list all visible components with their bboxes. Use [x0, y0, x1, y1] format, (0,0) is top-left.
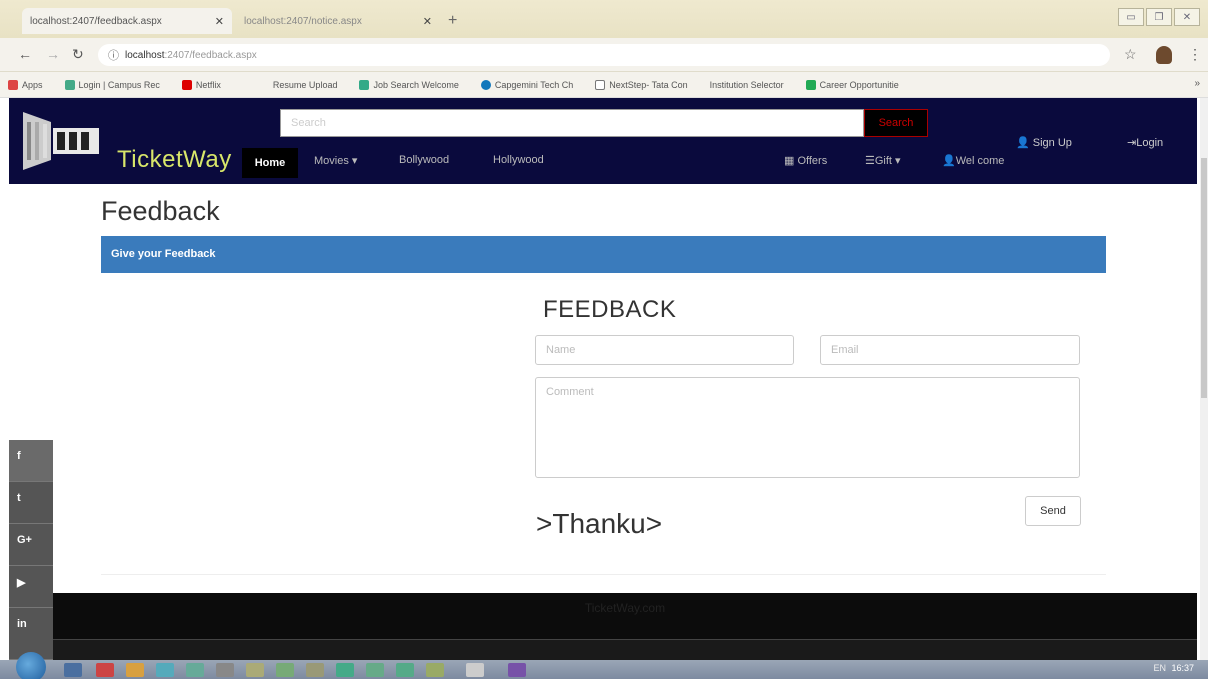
site-footer: TicketWay.com	[53, 593, 1197, 639]
bulb-icon	[359, 79, 370, 90]
scrollbar-thumb[interactable]	[1201, 158, 1207, 398]
brand-logo[interactable]: TicketWay	[117, 146, 232, 174]
close-tab-icon[interactable]: ✕	[423, 15, 432, 28]
visual-studio-icon[interactable]	[508, 663, 526, 677]
footer-bottom	[53, 639, 1197, 660]
nav-hollywood[interactable]: Hollywood	[493, 154, 544, 166]
profile-avatar[interactable]	[1156, 46, 1172, 64]
apps-grid-icon	[8, 79, 18, 90]
explorer-icon[interactable]	[64, 663, 82, 677]
page-icon	[595, 79, 606, 90]
career-icon	[805, 79, 816, 90]
app-icon[interactable]	[336, 663, 354, 677]
nav-offers[interactable]: ▦ Offers	[784, 154, 827, 167]
restore-icon[interactable]: ❐	[1146, 8, 1172, 26]
bookmark-job-search[interactable]: Job Search Welcome	[359, 79, 459, 90]
twitter-icon[interactable]: t	[9, 482, 53, 524]
nav-welcome[interactable]: 👤Wel come	[942, 154, 1004, 167]
app-icon[interactable]	[216, 663, 234, 677]
app-icon[interactable]	[366, 663, 384, 677]
panel-heading: Give your Feedback	[101, 236, 1106, 273]
address-bar: ← → ↻ ⓘ localhost :2407/feedback.aspx ☆ …	[0, 38, 1208, 72]
tab-notice[interactable]: localhost:2407/notice.aspx ✕	[236, 8, 440, 34]
bookmark-login-campus[interactable]: Login | Campus Rec	[64, 79, 160, 90]
tab-title: localhost:2407/feedback.aspx	[30, 15, 162, 27]
bookmark-capgemini[interactable]: Capgemini Tech Ch	[480, 79, 573, 90]
office-icon[interactable]	[96, 663, 114, 677]
nav-login[interactable]: ⇥Login	[1127, 136, 1163, 149]
scrollbar[interactable]	[1200, 98, 1208, 660]
search-button[interactable]: Search	[864, 109, 928, 137]
email-field[interactable]: Email	[820, 335, 1080, 365]
arrow-icon	[64, 79, 75, 90]
app-icon[interactable]	[306, 663, 324, 677]
facebook-icon[interactable]: f	[9, 440, 53, 482]
app-icon[interactable]	[186, 663, 204, 677]
tab-title: localhost:2407/notice.aspx	[244, 15, 362, 27]
window-controls: ▭ ❐ ✕	[1118, 8, 1200, 26]
app-icon[interactable]	[426, 663, 444, 677]
close-window-icon[interactable]: ✕	[1174, 8, 1200, 26]
new-tab-icon[interactable]: +	[448, 12, 457, 30]
capgemini-icon	[480, 79, 491, 90]
back-icon[interactable]: ←	[18, 46, 32, 62]
nav-movies[interactable]: Movies ▾	[314, 154, 357, 167]
bookmark-career[interactable]: Career Opportunitie	[805, 79, 899, 90]
bookmarks-bar: Apps Login | Campus Rec Netflix Resume U…	[0, 72, 1208, 98]
bookmark-nextstep[interactable]: NextStep- Tata Con	[595, 79, 688, 90]
bookmark-resume[interactable]: Resume Upload	[273, 80, 338, 90]
language-indicator[interactable]: EN	[1153, 663, 1166, 673]
bookmark-institution[interactable]: Institution Selector	[710, 80, 784, 90]
forward-icon[interactable]: →	[46, 46, 60, 62]
url-input[interactable]: ⓘ localhost :2407/feedback.aspx	[98, 44, 1110, 66]
thanks-message: >Thanku>	[536, 508, 663, 539]
clock[interactable]: 16:37	[1171, 663, 1194, 673]
url-path: :2407/feedback.aspx	[164, 49, 257, 61]
app-icon[interactable]	[396, 663, 414, 677]
paint-icon[interactable]	[126, 663, 144, 677]
minimize-icon[interactable]: ▭	[1118, 8, 1144, 26]
page-viewport: TicketWay Search Search Home Movies ▾ Bo…	[0, 98, 1200, 660]
netflix-icon	[181, 79, 192, 90]
browser-tabstrip: localhost:2407/feedback.aspx ✕ localhost…	[0, 0, 1208, 38]
nav-home[interactable]: Home	[242, 148, 298, 178]
send-button[interactable]: Send	[1025, 496, 1081, 526]
name-field[interactable]: Name	[535, 335, 794, 365]
calculator-icon[interactable]	[156, 663, 174, 677]
menu-kebab-icon[interactable]: ⋮	[1188, 46, 1202, 63]
tab-feedback[interactable]: localhost:2407/feedback.aspx ✕	[22, 8, 232, 34]
chrome-icon[interactable]	[466, 663, 484, 677]
search-input[interactable]: Search	[280, 109, 864, 137]
close-tab-icon[interactable]: ✕	[215, 15, 224, 28]
bookmark-netflix[interactable]: Netflix	[181, 79, 221, 90]
login-icon: ⇥	[1127, 137, 1137, 149]
nav-signup[interactable]: 👤 Sign Up	[1016, 136, 1072, 149]
youtube-icon[interactable]: ▶	[9, 566, 53, 608]
bookmark-star-icon[interactable]: ☆	[1124, 46, 1137, 63]
user-icon: 👤	[1016, 137, 1033, 149]
start-button-icon[interactable]	[16, 652, 46, 679]
nav-gift[interactable]: ☰Gift ▾	[865, 154, 901, 167]
google-plus-icon[interactable]: G+	[9, 524, 53, 566]
reload-icon[interactable]: ↻	[72, 46, 84, 63]
user-icon: 👤	[942, 155, 956, 167]
site-navbar: TicketWay Search Search Home Movies ▾ Bo…	[9, 98, 1197, 184]
url-host: localhost	[125, 49, 165, 61]
info-icon[interactable]: ⓘ	[108, 47, 119, 63]
comment-field[interactable]: Comment	[535, 377, 1080, 478]
form-title: FEEDBACK	[543, 296, 677, 323]
app-icon[interactable]	[276, 663, 294, 677]
divider	[101, 574, 1106, 575]
gift-box-icon: ▦	[784, 155, 798, 167]
app-icon[interactable]	[246, 663, 264, 677]
film-reel-logo-icon	[23, 112, 99, 170]
nav-bollywood[interactable]: Bollywood	[399, 154, 449, 166]
page-title: Feedback	[101, 196, 220, 226]
bookmarks-more-icon[interactable]: »	[1194, 78, 1200, 89]
taskbar: EN 16:37	[0, 652, 1208, 679]
list-icon: ☰	[865, 155, 875, 167]
bookmark-apps[interactable]: Apps	[8, 79, 43, 90]
